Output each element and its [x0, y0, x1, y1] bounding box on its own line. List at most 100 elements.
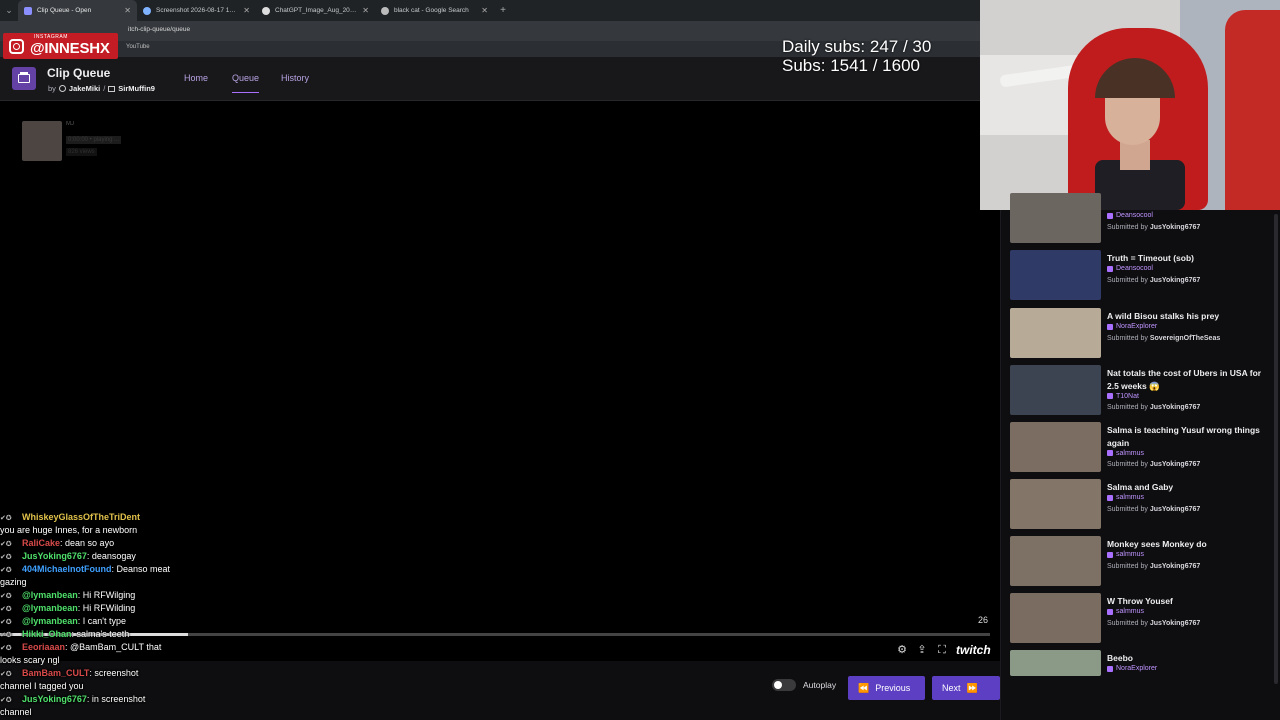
- chat-message: ✔ ✪ WhiskeyGlassOfTheTriDent: [0, 511, 140, 525]
- queue-item-channel[interactable]: Deansocool: [1107, 265, 1153, 272]
- queue-item[interactable]: A wild Bisou stalks his prey NoraExplorer…: [1010, 308, 1272, 360]
- submitter-name: SovereignOfTheSeas: [1149, 334, 1221, 342]
- queue-item-thumbnail[interactable]: [1010, 193, 1101, 243]
- chat-message: ✔ ✪ BamBam_CULT: screenshot: [0, 667, 138, 681]
- channel-name: NoraExplorer: [1116, 323, 1158, 330]
- chat-message: ✔ ✪ RaliCake: dean so ayo: [0, 537, 114, 551]
- next-button[interactable]: Next ⏩: [932, 676, 1000, 700]
- submitter-name: JusYoking6767: [1149, 404, 1201, 411]
- close-tab-icon[interactable]: ✕: [362, 6, 369, 15]
- queue-item[interactable]: Beebo NoraExplorer: [1010, 650, 1272, 702]
- author-sirmuffin9-link[interactable]: SirMuffin9: [118, 84, 155, 93]
- queue-item-channel[interactable]: Deansocool: [1107, 212, 1153, 219]
- queue-item-submitter: Submitted by JusYoking6767: [1107, 461, 1200, 468]
- queue-item-channel[interactable]: NoraExplorer: [1107, 665, 1157, 672]
- tab-label: Screenshot 2026-08-17 17493...: [156, 7, 240, 14]
- url-field[interactable]: itch-clip-queue/queue: [128, 26, 190, 33]
- close-tab-icon[interactable]: ✕: [243, 6, 250, 15]
- queue-item[interactable]: Truth = Timeout (sob) Deansocool Submitted…: [1010, 250, 1272, 302]
- nav-history[interactable]: History: [281, 73, 309, 83]
- queue-item-title: Truth = Timeout (sob): [1107, 253, 1194, 263]
- nav-queue[interactable]: Queue: [232, 73, 260, 93]
- autoplay-toggle[interactable]: [772, 679, 796, 691]
- clip-overlay-views: 826 views: [66, 148, 97, 156]
- clip-avatar: [22, 121, 62, 161]
- clip-info-overlay: MJ 0:00:00 • playing ... 826 views: [22, 121, 162, 161]
- queue-item-thumbnail[interactable]: [1010, 650, 1101, 676]
- app-authors: by JakeMiki / SirMuffin9: [48, 84, 155, 93]
- nav-home[interactable]: Home: [184, 73, 208, 83]
- browser-tab-strip: ⌄ Clip Queue - Open ✕ Screenshot 2026-08-…: [0, 0, 980, 21]
- queue-item-submitter: Submitted by JusYoking6767: [1107, 404, 1200, 411]
- queue-item[interactable]: W Throw Yousef salmmus Submitted by JusYok…: [1010, 593, 1272, 645]
- chat-text: : dean so ayo: [60, 538, 115, 548]
- queue-item-thumbnail[interactable]: [1010, 593, 1101, 643]
- chat-message: ✔ ✪ Hikki_Ohan: salma's teeth: [0, 628, 129, 642]
- queue-item-channel[interactable]: salmmus: [1107, 494, 1144, 501]
- queue-item-thumbnail[interactable]: [1010, 250, 1101, 300]
- chat-text: : Hi RFWilding: [77, 603, 136, 613]
- channel-name: Deansocool: [1116, 212, 1153, 219]
- clip-overlay-status: 0:00:00 • playing ...: [66, 136, 122, 144]
- chat-username: JusYoking6767: [22, 694, 87, 704]
- queue-item-thumbnail[interactable]: [1010, 422, 1101, 472]
- queue-item-channel[interactable]: NoraExplorer: [1107, 323, 1157, 330]
- tab-label: Clip Queue - Open: [37, 7, 92, 14]
- queue-item-channel[interactable]: salmmus: [1107, 608, 1144, 615]
- fullscreen-icon[interactable]: ⛶: [936, 644, 948, 656]
- instagram-badge: INSTAGRAM @INNESHX: [3, 33, 118, 59]
- queue-item-submitter: Submitted by JusYoking6767: [1107, 563, 1200, 570]
- clip-queue-logo-icon[interactable]: [12, 67, 36, 90]
- tab-list-chevron-icon[interactable]: ⌄: [0, 5, 18, 16]
- share-icon[interactable]: ⇪: [916, 644, 928, 656]
- twitch-channel-icon: [1107, 265, 1113, 272]
- chat-username: JusYoking6767: [22, 551, 87, 561]
- submitted-by-label: Submitted by: [1107, 461, 1150, 468]
- browser-tab-screenshot[interactable]: Screenshot 2026-08-17 17493...✕: [137, 0, 256, 21]
- author-jakemiki-link[interactable]: JakeMiki: [69, 84, 100, 93]
- submitted-by-label: Submitted by: [1107, 404, 1150, 411]
- queue-item-thumbnail[interactable]: [1010, 365, 1101, 415]
- queue-item-thumbnail[interactable]: [1010, 479, 1101, 529]
- chat-text: looks scary ngl: [0, 655, 60, 665]
- queue-item[interactable]: Monkey sees Monkey do salmmus Submitted by…: [1010, 536, 1272, 588]
- queue-item[interactable]: Salma is teaching Yusuf wrong things aga…: [1010, 422, 1272, 474]
- channel-name: T10Nat: [1116, 392, 1139, 400]
- tab-label: ChatGPT_Image_Aug_20_2026...: [275, 7, 358, 14]
- previous-button[interactable]: ⏪ Previous: [848, 676, 925, 700]
- bookmark-youtube[interactable]: YouTube: [126, 44, 150, 50]
- queue-item[interactable]: Salma and Gaby salmmus Submitted by JusYok…: [1010, 479, 1272, 531]
- queue-item-channel[interactable]: salmmus: [1107, 450, 1144, 457]
- queue-item[interactable]: Deansocool Submitted by JusYoking6767: [1010, 193, 1272, 245]
- browser-tab-google-search[interactable]: black cat - Google Search ✕: [375, 0, 494, 21]
- queue-item-thumbnail[interactable]: [1010, 536, 1101, 586]
- queue-scrollbar[interactable]: [1274, 214, 1278, 684]
- time-remaining: 26: [977, 615, 988, 625]
- new-tab-plus-icon[interactable]: +: [494, 5, 512, 16]
- queue-item-channel[interactable]: salmmus: [1107, 551, 1144, 558]
- queue-item[interactable]: Nat totals the cost of Ubers in USA for …: [1010, 365, 1272, 417]
- browser-tab-clip-queue[interactable]: Clip Queue - Open ✕: [18, 0, 137, 21]
- twitch-brand-logo[interactable]: twitch: [956, 643, 991, 657]
- chat-text: : I can't type: [77, 616, 127, 626]
- settings-gear-icon[interactable]: ⚙: [896, 644, 908, 656]
- chat-overlay: ✔ ✪ WhiskeyGlassOfTheTriDent you are huge …: [0, 498, 230, 720]
- submitter-name: JusYoking6767: [1149, 562, 1201, 570]
- chat-username: @lymanbean: [22, 590, 78, 600]
- close-tab-icon[interactable]: ✕: [481, 6, 488, 15]
- queue-item-title: A wild Bisou stalks his prey: [1107, 311, 1220, 321]
- chat-message: ✔ ✪ @lymanbean: I can't type: [0, 615, 126, 629]
- close-tab-icon[interactable]: ✕: [124, 6, 131, 15]
- twitch-channel-icon: [1107, 494, 1113, 501]
- subs-text: Subs: 1541 / 1600: [782, 56, 921, 75]
- submitted-by-label: Submitted by: [1107, 223, 1150, 231]
- twitch-channel-icon: [1107, 212, 1113, 219]
- chat-username: BamBam_CULT: [22, 668, 90, 678]
- instagram-label: INSTAGRAM: [34, 34, 68, 40]
- queue-item-channel[interactable]: T10Nat: [1107, 393, 1139, 400]
- chat-text: : salma's teeth: [71, 629, 130, 639]
- browser-tab-chatgpt-image[interactable]: ChatGPT_Image_Aug_20_2026... ✕: [256, 0, 375, 21]
- queue-item-thumbnail[interactable]: [1010, 308, 1101, 358]
- webcam-feed: [980, 0, 1280, 210]
- chat-username: @lymanbean: [22, 616, 78, 626]
